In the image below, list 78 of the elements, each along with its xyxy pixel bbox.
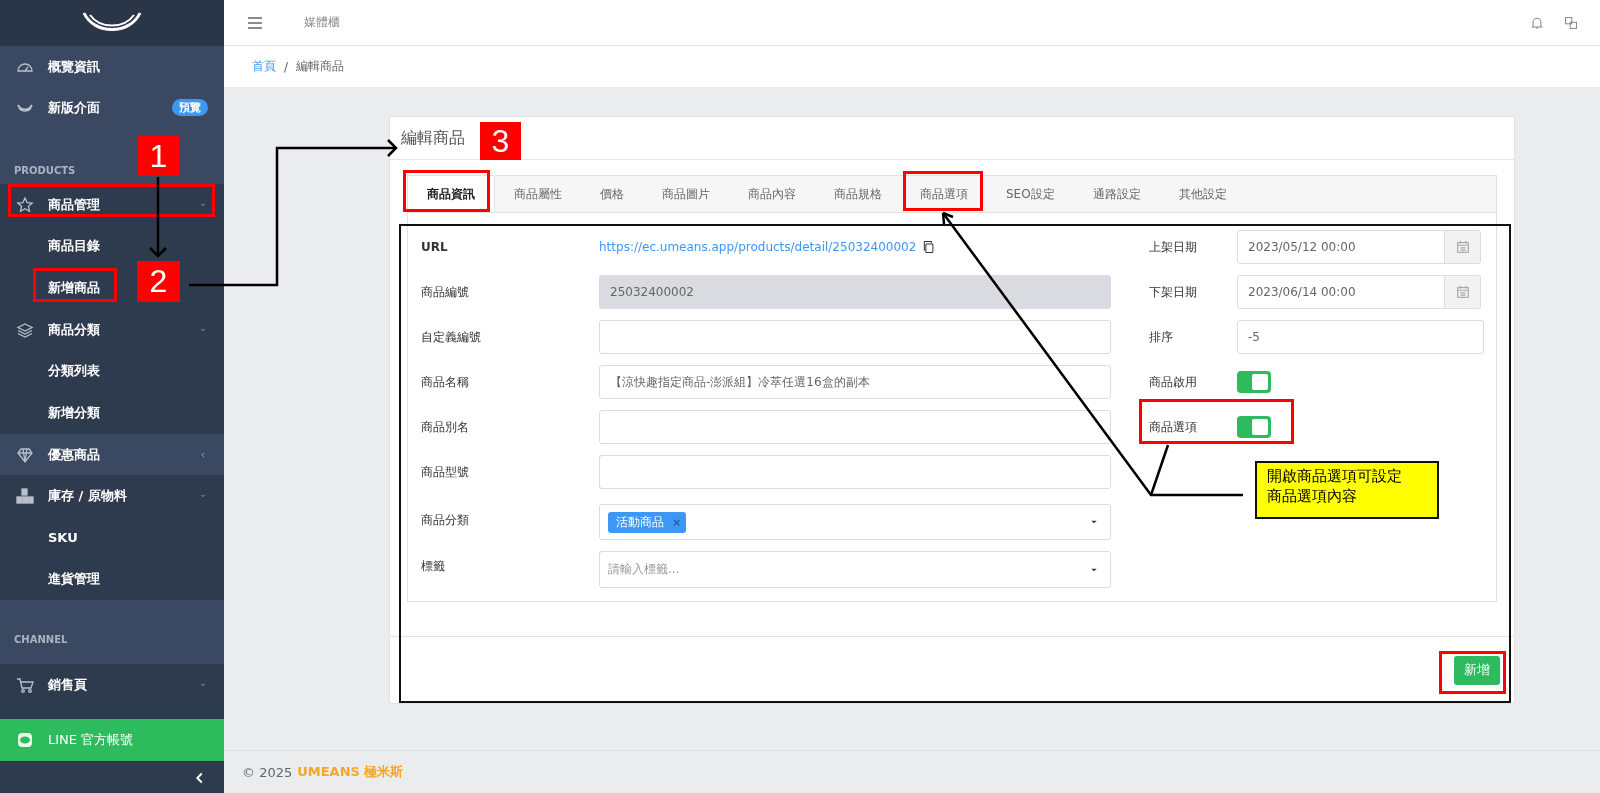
field-label: 下架日期 xyxy=(1149,283,1198,301)
field-label: URL xyxy=(421,240,449,254)
highlight-frame xyxy=(1439,651,1506,694)
field-label: 自定義編號 xyxy=(421,328,482,346)
sidebar-subitem[interactable]: 新增商品 xyxy=(48,279,100,297)
sidebar-item[interactable]: 優惠商品 xyxy=(0,434,224,475)
field-label: 上架日期 xyxy=(1149,238,1198,256)
field-label: 商品編號 xyxy=(421,283,470,301)
calendar-icon xyxy=(1454,239,1471,255)
sidebar-item[interactable]: 商品管理 xyxy=(0,184,224,225)
translate-icon xyxy=(1564,15,1578,30)
calendar-button[interactable] xyxy=(1444,231,1480,263)
field-label: 商品啟用 xyxy=(1149,373,1198,391)
callout-text: 商品選項內容 xyxy=(1267,486,1357,505)
section-heading: PRODUCTS xyxy=(14,165,76,176)
breadcrumb-separator: / xyxy=(284,59,289,74)
sidebar-subitem[interactable]: 分類列表 xyxy=(48,362,100,380)
text-field[interactable] xyxy=(599,410,1111,444)
card-title: 編輯商品 xyxy=(401,127,465,149)
text-field[interactable]: 【涼快趣指定商品-澎派組】冷萃任選16盒的副本 xyxy=(599,365,1111,399)
tab[interactable]: 價格 xyxy=(581,176,643,212)
sidebar-item[interactable]: 庫存 / 原物料 xyxy=(0,475,224,516)
cart-icon xyxy=(16,675,34,694)
tab[interactable]: 商品資訊 xyxy=(408,176,495,212)
sidebar-item[interactable]: 銷售頁 xyxy=(0,664,224,705)
sidebar-item[interactable]: 新版介面 預覽 xyxy=(0,87,224,128)
page-title: 媒體櫃 xyxy=(304,14,341,31)
calendar-button[interactable] xyxy=(1444,276,1480,308)
breadcrumb-link[interactable]: 首頁 xyxy=(252,58,276,75)
preview-badge: 預覽 xyxy=(172,99,208,116)
tab[interactable]: 商品圖片 xyxy=(643,176,729,212)
text-field[interactable]: -5 xyxy=(1237,320,1484,354)
tab[interactable]: 其他設定 xyxy=(1159,176,1246,212)
sidebar-subitem[interactable]: 新增分類 xyxy=(48,404,100,422)
copy-icon xyxy=(922,240,937,254)
field-label: 商品型號 xyxy=(421,463,470,481)
text-field[interactable] xyxy=(599,320,1111,354)
step-number: 2 xyxy=(137,261,180,302)
remove-tag-icon[interactable]: × xyxy=(672,515,682,529)
star-icon xyxy=(16,195,34,214)
calendar-icon xyxy=(1454,284,1471,300)
brand-name: UMEANS 極米斯 xyxy=(297,763,404,781)
callout-text: 開啟商品選項可設定 xyxy=(1267,467,1402,485)
sidebar-subitem[interactable]: 商品目錄 xyxy=(48,237,100,255)
field-label: 商品別名 xyxy=(421,418,470,436)
tab[interactable]: 商品內容 xyxy=(729,176,815,212)
field-label: 商品名稱 xyxy=(421,373,470,391)
tag-select[interactable]: 請輸入標籤... xyxy=(599,551,1111,588)
bell-icon xyxy=(1530,15,1544,30)
breadcrumb-current: 編輯商品 xyxy=(296,58,345,75)
field-label: 商品分類 xyxy=(421,511,470,529)
toggle-switch[interactable] xyxy=(1237,371,1271,393)
date-field[interactable]: 2023/06/14 00:00 xyxy=(1237,275,1481,309)
field-label: 排序 xyxy=(1149,328,1174,346)
tab[interactable]: SEO設定 xyxy=(987,176,1074,212)
field-label: 商品選項 xyxy=(1149,418,1198,436)
product-url-link[interactable]: https://ec.umeans.app/products/detail/25032400002 xyxy=(599,240,917,254)
toggle-switch[interactable] xyxy=(1237,416,1271,438)
tab[interactable]: 商品選項 xyxy=(901,176,987,212)
tag-select[interactable]: 活動商品 × xyxy=(599,504,1111,540)
tag-chip: 活動商品 × xyxy=(608,511,687,533)
boxes-icon xyxy=(16,486,34,505)
date-field[interactable]: 2023/05/12 00:00 xyxy=(1237,230,1481,264)
text-field[interactable] xyxy=(599,455,1111,489)
sidebar-subitem[interactable]: SKU xyxy=(48,529,78,545)
tab[interactable]: 通路設定 xyxy=(1073,176,1160,212)
diamond-icon xyxy=(16,445,34,464)
step-number: 3 xyxy=(480,122,521,160)
copyright-text: © 2025 xyxy=(242,764,293,780)
step-number: 1 xyxy=(138,136,179,176)
tab[interactable]: 商品規格 xyxy=(815,176,901,212)
sidebar-item[interactable]: 概覽資訊 xyxy=(0,46,224,87)
section-heading: CHANNEL xyxy=(14,633,68,645)
sidebar-subitem[interactable]: 進貨管理 xyxy=(48,570,100,588)
chat-icon xyxy=(16,731,34,749)
tab[interactable]: 商品屬性 xyxy=(495,176,581,212)
sidebar-item[interactable]: 商品分類 xyxy=(0,309,224,350)
field-label: 標籤 xyxy=(421,558,446,575)
